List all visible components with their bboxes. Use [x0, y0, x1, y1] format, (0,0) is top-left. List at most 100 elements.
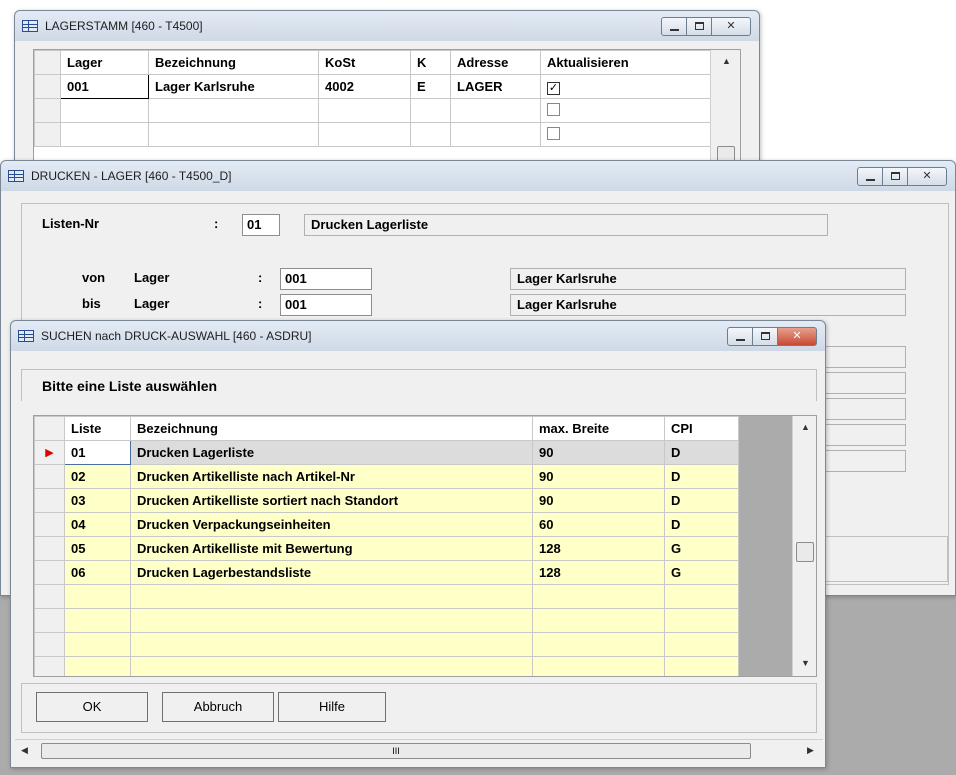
empty-cell[interactable]: [64, 632, 131, 657]
table-row[interactable]: 05 Drucken Artikelliste mit Bewertung 12…: [34, 536, 739, 561]
close-button[interactable]: ✕: [907, 167, 947, 186]
table-row[interactable]: [34, 584, 739, 609]
empty-cell[interactable]: [130, 656, 533, 676]
breite-cell[interactable]: 60: [532, 512, 665, 537]
empty-cell[interactable]: [64, 656, 131, 676]
cpi-cell[interactable]: D: [664, 512, 739, 537]
breite-cell[interactable]: 128: [532, 536, 665, 561]
scroll-down-icon[interactable]: ▼: [801, 658, 810, 668]
bezeichnung-cell[interactable]: Drucken Verpackungseinheiten: [130, 512, 533, 537]
column-header[interactable]: Bezeichnung: [148, 50, 319, 75]
empty-cell[interactable]: [664, 608, 739, 633]
bezeichnung-cell[interactable]: Drucken Artikelliste sortiert nach Stand…: [130, 488, 533, 513]
column-header[interactable]: max. Breite: [532, 416, 665, 441]
maximize-button[interactable]: [882, 167, 908, 186]
aktualisieren-cell[interactable]: [540, 122, 711, 147]
lagerstamm-titlebar[interactable]: LAGERSTAMM [460 - T4500] ✕: [15, 11, 759, 41]
help-button[interactable]: Hilfe: [278, 692, 386, 722]
table-row[interactable]: 04 Drucken Verpackungseinheiten 60 D: [34, 512, 739, 537]
breite-cell[interactable]: 128: [532, 560, 665, 585]
cpi-cell[interactable]: G: [664, 536, 739, 561]
bezeichnung-cell[interactable]: Drucken Lagerbestandsliste: [130, 560, 533, 585]
vertical-scrollbar[interactable]: ▲ ▼: [792, 416, 816, 676]
cpi-cell[interactable]: D: [664, 488, 739, 513]
scroll-thumb[interactable]: [796, 542, 814, 562]
horizontal-scrollbar[interactable]: ◀ III ▶: [15, 739, 823, 761]
liste-cell[interactable]: 02: [64, 464, 131, 489]
column-header[interactable]: Adresse: [450, 50, 541, 75]
cancel-button[interactable]: Abbruch: [162, 692, 274, 722]
k-cell[interactable]: E: [410, 74, 451, 99]
empty-cell[interactable]: [450, 98, 541, 123]
column-header[interactable]: CPI: [664, 416, 739, 441]
table-row[interactable]: 02 Drucken Artikelliste nach Artikel-Nr …: [34, 464, 739, 489]
minimize-button[interactable]: [661, 17, 687, 36]
empty-cell[interactable]: [148, 122, 319, 147]
close-button[interactable]: ✕: [711, 17, 751, 36]
empty-cell[interactable]: [64, 608, 131, 633]
breite-cell[interactable]: 90: [532, 464, 665, 489]
bezeichnung-cell[interactable]: Lager Karlsruhe: [148, 74, 319, 99]
aktualisieren-cell[interactable]: ✓: [540, 74, 711, 99]
table-row[interactable]: 03 Drucken Artikelliste sortiert nach St…: [34, 488, 739, 513]
column-header[interactable]: Aktualisieren: [540, 50, 711, 75]
column-header[interactable]: Bezeichnung: [130, 416, 533, 441]
breite-cell[interactable]: 90: [532, 440, 665, 465]
lager-cell[interactable]: 001: [60, 74, 149, 99]
minimize-button[interactable]: [727, 327, 753, 346]
bezeichnung-cell[interactable]: Drucken Artikelliste nach Artikel-Nr: [130, 464, 533, 489]
close-button[interactable]: ✕: [777, 327, 817, 346]
adresse-cell[interactable]: LAGER: [450, 74, 541, 99]
listen-nr-field[interactable]: 01: [242, 214, 280, 236]
bezeichnung-cell[interactable]: Drucken Lagerliste: [130, 440, 533, 465]
scroll-left-icon[interactable]: ◀: [21, 745, 28, 756]
aktualisieren-cell[interactable]: [540, 98, 711, 123]
breite-cell[interactable]: 90: [532, 488, 665, 513]
column-header[interactable]: KoSt: [318, 50, 411, 75]
checkbox-checked[interactable]: ✓: [547, 81, 560, 95]
cpi-cell[interactable]: D: [664, 440, 739, 465]
maximize-button[interactable]: [686, 17, 712, 36]
table-row[interactable]: [34, 608, 739, 633]
empty-cell[interactable]: [532, 656, 665, 676]
table-row[interactable]: [34, 98, 711, 123]
empty-cell[interactable]: [450, 122, 541, 147]
empty-cell[interactable]: [318, 98, 411, 123]
maximize-button[interactable]: [752, 327, 778, 346]
horizontal-scroll-thumb[interactable]: III: [41, 743, 751, 759]
table-row[interactable]: [34, 122, 711, 147]
kost-cell[interactable]: 4002: [318, 74, 411, 99]
cpi-cell[interactable]: D: [664, 464, 739, 489]
table-row[interactable]: [34, 656, 739, 676]
table-row-selected[interactable]: ▶ 01 Drucken Lagerliste 90 D: [34, 440, 739, 465]
ok-button[interactable]: OK: [36, 692, 148, 722]
liste-cell[interactable]: 01: [64, 440, 131, 465]
scroll-up-icon[interactable]: ▲: [722, 56, 731, 66]
table-row[interactable]: [34, 632, 739, 657]
bezeichnung-cell[interactable]: Drucken Artikelliste mit Bewertung: [130, 536, 533, 561]
checkbox-unchecked[interactable]: [547, 126, 560, 140]
empty-cell[interactable]: [410, 98, 451, 123]
minimize-button[interactable]: [857, 167, 883, 186]
von-lager-field[interactable]: 001: [280, 268, 372, 290]
empty-cell[interactable]: [664, 632, 739, 657]
liste-cell[interactable]: 04: [64, 512, 131, 537]
empty-cell[interactable]: [664, 656, 739, 676]
checkbox-unchecked[interactable]: [547, 102, 560, 116]
empty-cell[interactable]: [664, 584, 739, 609]
bis-lager-field[interactable]: 001: [280, 294, 372, 316]
empty-cell[interactable]: [318, 122, 411, 147]
scroll-up-icon[interactable]: ▲: [801, 422, 810, 432]
empty-cell[interactable]: [532, 632, 665, 657]
suchen-titlebar[interactable]: SUCHEN nach DRUCK-AUSWAHL [460 - ASDRU] …: [11, 321, 825, 351]
table-row[interactable]: 06 Drucken Lagerbestandsliste 128 G: [34, 560, 739, 585]
liste-cell[interactable]: 05: [64, 536, 131, 561]
empty-cell[interactable]: [130, 632, 533, 657]
cpi-cell[interactable]: G: [664, 560, 739, 585]
empty-cell[interactable]: [60, 122, 149, 147]
column-header[interactable]: Liste: [64, 416, 131, 441]
liste-cell[interactable]: 06: [64, 560, 131, 585]
empty-cell[interactable]: [60, 98, 149, 123]
column-header[interactable]: K: [410, 50, 451, 75]
empty-cell[interactable]: [130, 608, 533, 633]
